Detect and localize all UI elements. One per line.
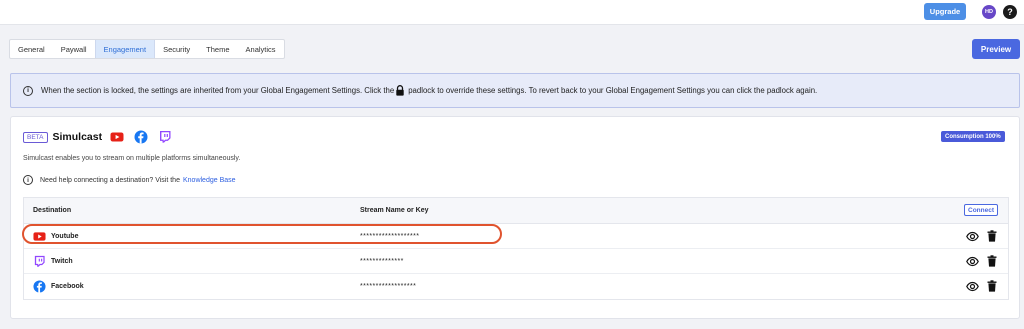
help-text: Need help connecting a destination? Visi…: [40, 176, 180, 184]
trash-icon[interactable]: [987, 255, 997, 267]
beta-badge: BETA: [23, 131, 48, 143]
youtube-icon: [110, 132, 124, 142]
tab-security[interactable]: Security: [155, 40, 198, 58]
trash-icon[interactable]: [987, 280, 997, 292]
info-icon: i: [23, 175, 33, 185]
facebook-icon: [134, 130, 148, 144]
twitch-icon: [160, 131, 171, 143]
tab-analytics[interactable]: Analytics: [238, 40, 284, 58]
twitch-icon: [34, 255, 45, 267]
destination-name: Facebook: [51, 283, 84, 290]
avatar[interactable]: HD: [982, 5, 996, 19]
tab-engagement[interactable]: Engagement: [94, 40, 156, 58]
settings-tabs: General Paywall Engagement Security Them…: [9, 39, 285, 59]
simulcast-description: Simulcast enables you to stream on multi…: [23, 155, 241, 162]
eye-icon[interactable]: [966, 256, 979, 267]
destination-cell: Facebook: [33, 280, 84, 293]
info-banner: i When the section is locked, the settin…: [10, 73, 1020, 108]
stream-key: **************: [360, 258, 404, 265]
banner-text-before: When the section is locked, the settings…: [41, 86, 395, 95]
knowledge-base-link[interactable]: Knowledge Base: [183, 177, 236, 184]
consumption-badge: Consumption 100%: [941, 131, 1005, 142]
connect-button[interactable]: Connect: [964, 204, 998, 216]
column-stream-key: Stream Name or Key: [360, 207, 429, 214]
upgrade-button[interactable]: Upgrade: [924, 3, 966, 20]
section-title: Simulcast: [52, 131, 103, 143]
tab-paywall[interactable]: Paywall: [53, 40, 95, 58]
simulcast-card: BETA Simulcast Consumption 100% Simulcas…: [10, 116, 1020, 319]
lock-icon[interactable]: [395, 85, 405, 96]
top-bar: Upgrade HD ?: [0, 0, 1024, 25]
tab-general[interactable]: General: [10, 40, 53, 58]
table-header: Destination Stream Name or Key Connect: [24, 198, 1008, 224]
destination-cell: Twitch: [33, 255, 73, 268]
youtube-row-highlight: [22, 224, 502, 244]
help-row: i Need help connecting a destination? Vi…: [23, 175, 236, 185]
trash-icon[interactable]: [987, 230, 997, 242]
facebook-icon: [33, 280, 46, 293]
table-row: Twitch **************: [24, 249, 1008, 274]
help-icon[interactable]: ?: [1003, 5, 1017, 19]
stream-key: ******************: [360, 283, 417, 290]
info-icon: i: [23, 85, 33, 96]
simulcast-header: BETA Simulcast: [23, 130, 182, 144]
destination-name: Twitch: [51, 258, 73, 265]
preview-button[interactable]: Preview: [972, 39, 1020, 59]
tab-theme[interactable]: Theme: [198, 40, 237, 58]
table-row: Facebook ******************: [24, 274, 1008, 299]
eye-icon[interactable]: [966, 231, 979, 242]
destinations-table: Destination Stream Name or Key Connect Y…: [23, 197, 1009, 300]
banner-text-after: padlock to override these settings. To r…: [408, 86, 818, 95]
eye-icon[interactable]: [966, 281, 979, 292]
column-destination: Destination: [33, 207, 72, 214]
